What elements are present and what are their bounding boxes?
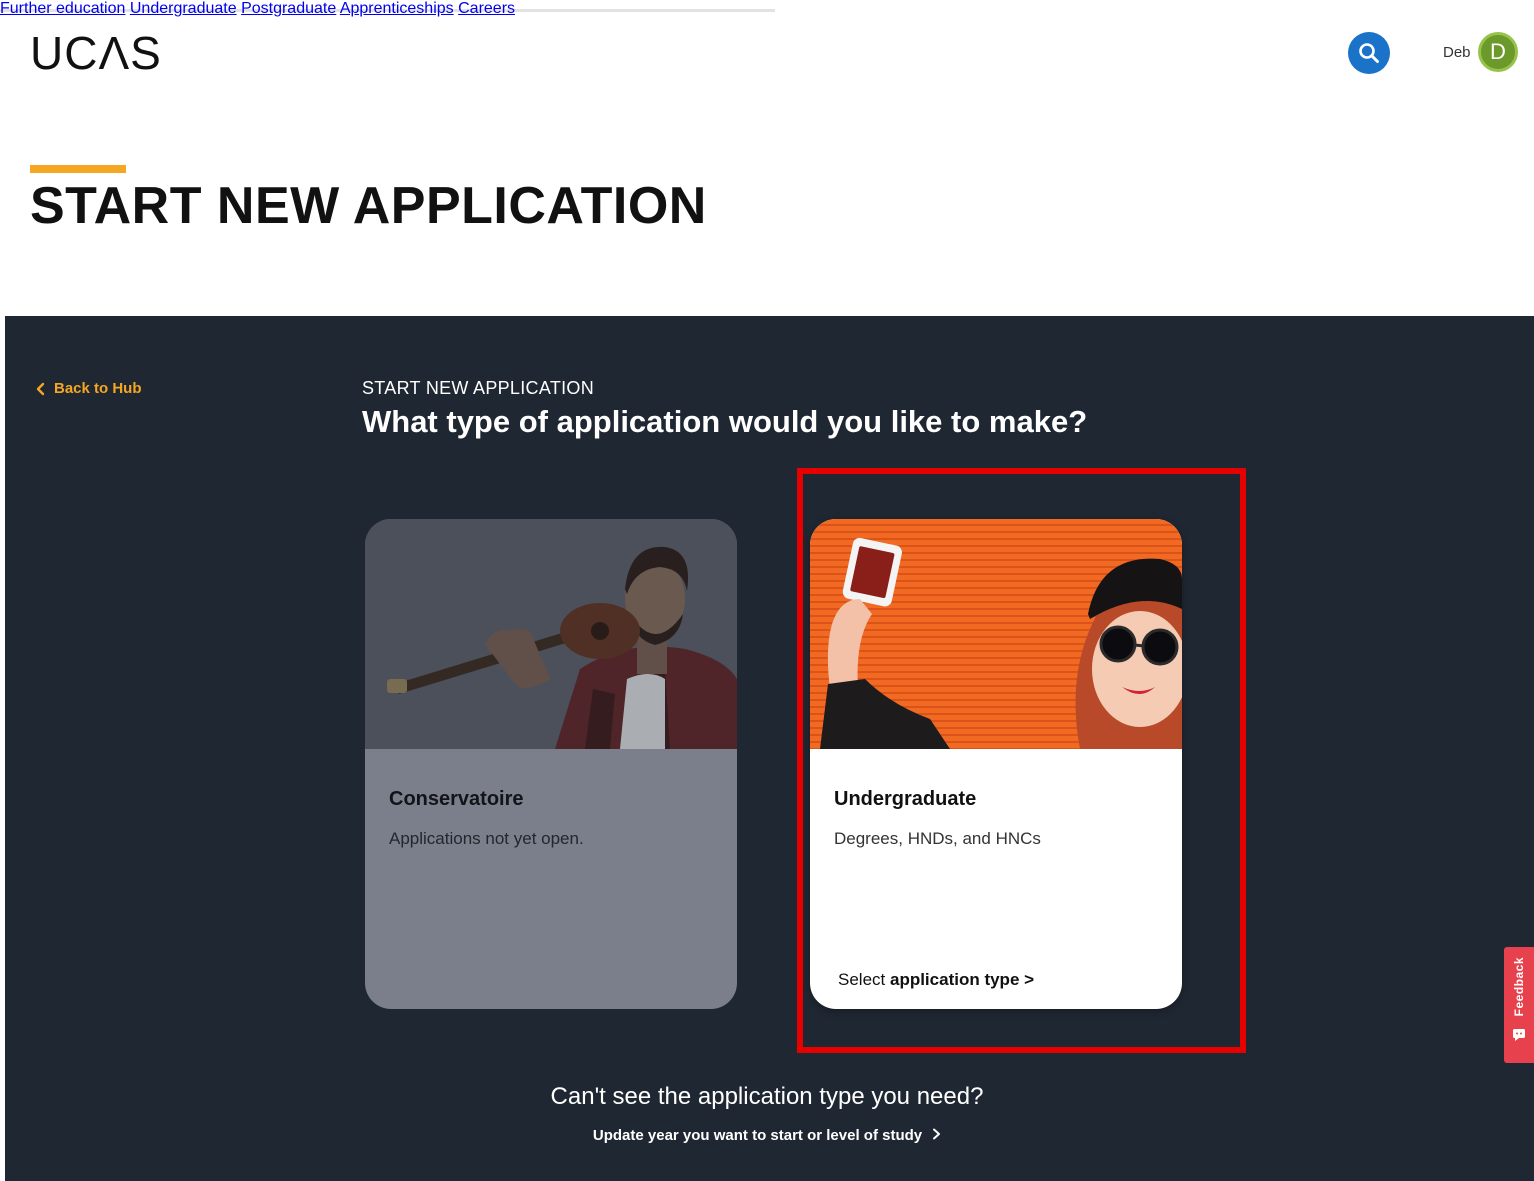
back-to-hub-label: Back to Hub: [54, 380, 142, 397]
section-eyebrow: START NEW APPLICATION: [362, 378, 595, 398]
woman-taking-selfie-photo: [810, 519, 1182, 749]
select-prefix: Select: [838, 970, 886, 989]
nav-undergraduate[interactable]: Undergraduate: [130, 0, 237, 17]
nav-postgraduate[interactable]: Postgraduate: [241, 0, 336, 17]
search-button[interactable]: [1348, 32, 1390, 74]
conservatoire-card: Conservatoire Applications not yet open.: [365, 519, 737, 1009]
feedback-icon: [1513, 1029, 1525, 1042]
undergraduate-title: Undergraduate: [834, 788, 977, 810]
application-question: What type of application would you like …: [362, 404, 1088, 439]
application-panel: [5, 316, 1534, 1181]
page-title: START NEW APPLICATION: [30, 177, 707, 235]
man-with-guitar-photo: [365, 519, 737, 749]
user-name[interactable]: Deb: [1443, 44, 1471, 61]
update-year-label: Update year you want to start or level o…: [592, 1127, 923, 1144]
conservatoire-description: Applications not yet open.: [389, 829, 584, 848]
main-nav: Further education Undergraduate Postgrad…: [0, 0, 1534, 18]
search-icon: [1359, 43, 1379, 63]
chevron-left-icon: [36, 382, 45, 395]
nav-further-education[interactable]: Further education: [0, 0, 125, 17]
feedback-tab[interactable]: Feedback: [1504, 947, 1534, 1063]
feedback-label: Feedback: [1512, 957, 1526, 1017]
undergraduate-card[interactable]: Undergraduate Degrees, HNDs, and HNCs Se…: [810, 519, 1182, 1009]
undergraduate-description: Degrees, HNDs, and HNCs: [834, 829, 1041, 848]
cant-see-text: Can't see the application type you need?: [550, 1083, 984, 1110]
title-accent-bar: [30, 165, 126, 173]
back-to-hub-link[interactable]: Back to Hub: [36, 380, 142, 397]
select-strong-label: application type >: [889, 970, 1035, 989]
site-header: UCΛS Further education Undergraduate Pos…: [0, 0, 1534, 110]
select-application-type-link[interactable]: Select application type >: [838, 970, 1034, 990]
conservatoire-title: Conservatoire: [389, 788, 524, 810]
ucas-logo[interactable]: UCΛS: [30, 28, 162, 78]
nav-careers[interactable]: Careers: [458, 0, 515, 17]
update-year-link[interactable]: Update year you want to start or level o…: [0, 1127, 1534, 1144]
user-avatar[interactable]: D: [1478, 32, 1518, 72]
chevron-right-icon: [932, 1127, 941, 1144]
nav-apprenticeships[interactable]: Apprenticeships: [340, 0, 454, 17]
